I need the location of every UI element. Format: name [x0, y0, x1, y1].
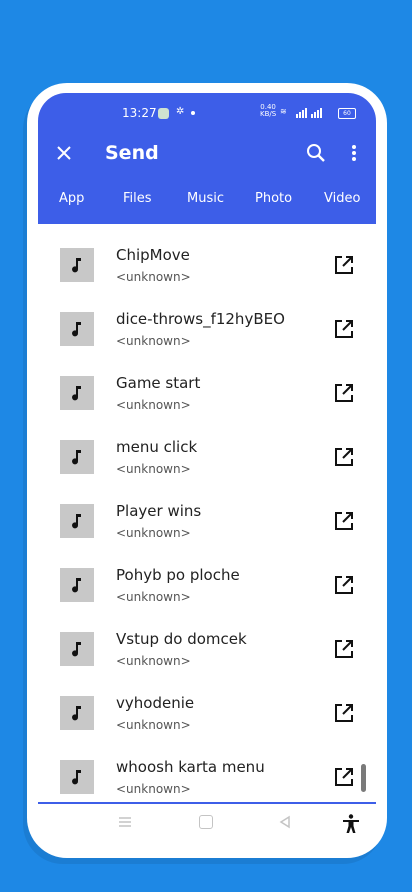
sync-icon: ✲ — [176, 106, 185, 117]
list-item[interactable]: Player wins <unknown> — [38, 480, 376, 544]
notification-dot-icon — [191, 111, 195, 115]
open-external-icon[interactable] — [333, 318, 355, 340]
tab-app[interactable]: App — [59, 191, 84, 206]
system-nav-bar — [38, 804, 376, 847]
screen: 13:27 ✲ 0.40 KB/S ≋ 60 Send App Files Mu… — [38, 93, 376, 847]
accessibility-icon[interactable] — [340, 813, 362, 835]
item-title: menu click — [116, 438, 198, 456]
home-icon[interactable] — [199, 815, 213, 829]
list-item[interactable]: ChipMove <unknown> — [38, 224, 376, 288]
item-title: whoosh karta menu — [116, 758, 265, 776]
open-external-icon[interactable] — [333, 702, 355, 724]
item-title: Pohyb po ploche — [116, 566, 240, 584]
list-item[interactable]: Vstup do domcek <unknown> — [38, 608, 376, 672]
open-external-icon[interactable] — [333, 766, 355, 788]
item-subtitle: <unknown> — [116, 270, 191, 284]
tab-photo[interactable]: Photo — [255, 191, 292, 206]
open-external-icon[interactable] — [333, 446, 355, 468]
scrollbar[interactable] — [361, 764, 366, 792]
item-subtitle: <unknown> — [116, 654, 191, 668]
item-subtitle: <unknown> — [116, 334, 191, 348]
status-time: 13:27 — [122, 106, 157, 120]
open-external-icon[interactable] — [333, 510, 355, 532]
item-title: vyhodenie — [116, 694, 195, 712]
battery-icon: 60 — [338, 108, 356, 119]
item-title: dice-throws_f12hyBEO — [116, 310, 285, 328]
music-note-icon — [60, 440, 94, 474]
tab-files[interactable]: Files — [123, 191, 152, 206]
list-item[interactable]: dice-throws_f12hyBEO <unknown> — [38, 288, 376, 352]
network-speed: 0.40 KB/S — [260, 103, 277, 118]
search-icon[interactable] — [304, 141, 328, 165]
list-item[interactable]: vyhodenie <unknown> — [38, 672, 376, 736]
wifi-icon: ≋ — [280, 107, 287, 116]
music-note-icon — [60, 248, 94, 282]
item-subtitle: <unknown> — [116, 782, 191, 796]
item-title: Player wins — [116, 502, 202, 520]
recent-apps-icon[interactable] — [118, 815, 132, 829]
item-title: ChipMove — [116, 246, 190, 264]
music-note-icon — [60, 568, 94, 602]
open-external-icon[interactable] — [333, 574, 355, 596]
tab-video[interactable]: Video — [324, 191, 360, 206]
music-note-icon — [60, 632, 94, 666]
list-item[interactable]: Game start <unknown> — [38, 352, 376, 416]
music-note-icon — [60, 760, 94, 794]
list-item[interactable]: menu click <unknown> — [38, 416, 376, 480]
message-app-icon — [158, 108, 169, 119]
more-vertical-icon[interactable] — [344, 141, 364, 165]
list-item[interactable]: Pohyb po ploche <unknown> — [38, 544, 376, 608]
tab-music[interactable]: Music — [187, 191, 224, 206]
open-external-icon[interactable] — [333, 382, 355, 404]
page-title: Send — [105, 142, 159, 164]
item-title: Vstup do domcek — [116, 630, 247, 648]
item-subtitle: <unknown> — [116, 462, 191, 476]
music-note-icon — [60, 696, 94, 730]
music-note-icon — [60, 312, 94, 346]
status-bar: 13:27 ✲ 0.40 KB/S ≋ 60 — [38, 103, 376, 123]
item-subtitle: <unknown> — [116, 590, 191, 604]
open-external-icon[interactable] — [333, 638, 355, 660]
item-title: Game start — [116, 374, 201, 392]
tab-bar: App Files Music Photo Video — [38, 191, 376, 215]
item-subtitle: <unknown> — [116, 526, 191, 540]
close-icon[interactable] — [52, 141, 76, 165]
music-note-icon — [60, 376, 94, 410]
music-note-icon — [60, 504, 94, 538]
open-external-icon[interactable] — [333, 254, 355, 276]
file-list: ChipMove <unknown> dice-throws_f12hyBEO … — [38, 224, 376, 804]
signal-icon — [296, 108, 322, 118]
list-item[interactable]: whoosh karta menu <unknown> — [38, 736, 376, 800]
back-icon[interactable] — [278, 815, 292, 829]
item-subtitle: <unknown> — [116, 398, 191, 412]
app-bar: 13:27 ✲ 0.40 KB/S ≋ 60 Send App Files Mu… — [38, 93, 376, 224]
item-subtitle: <unknown> — [116, 718, 191, 732]
